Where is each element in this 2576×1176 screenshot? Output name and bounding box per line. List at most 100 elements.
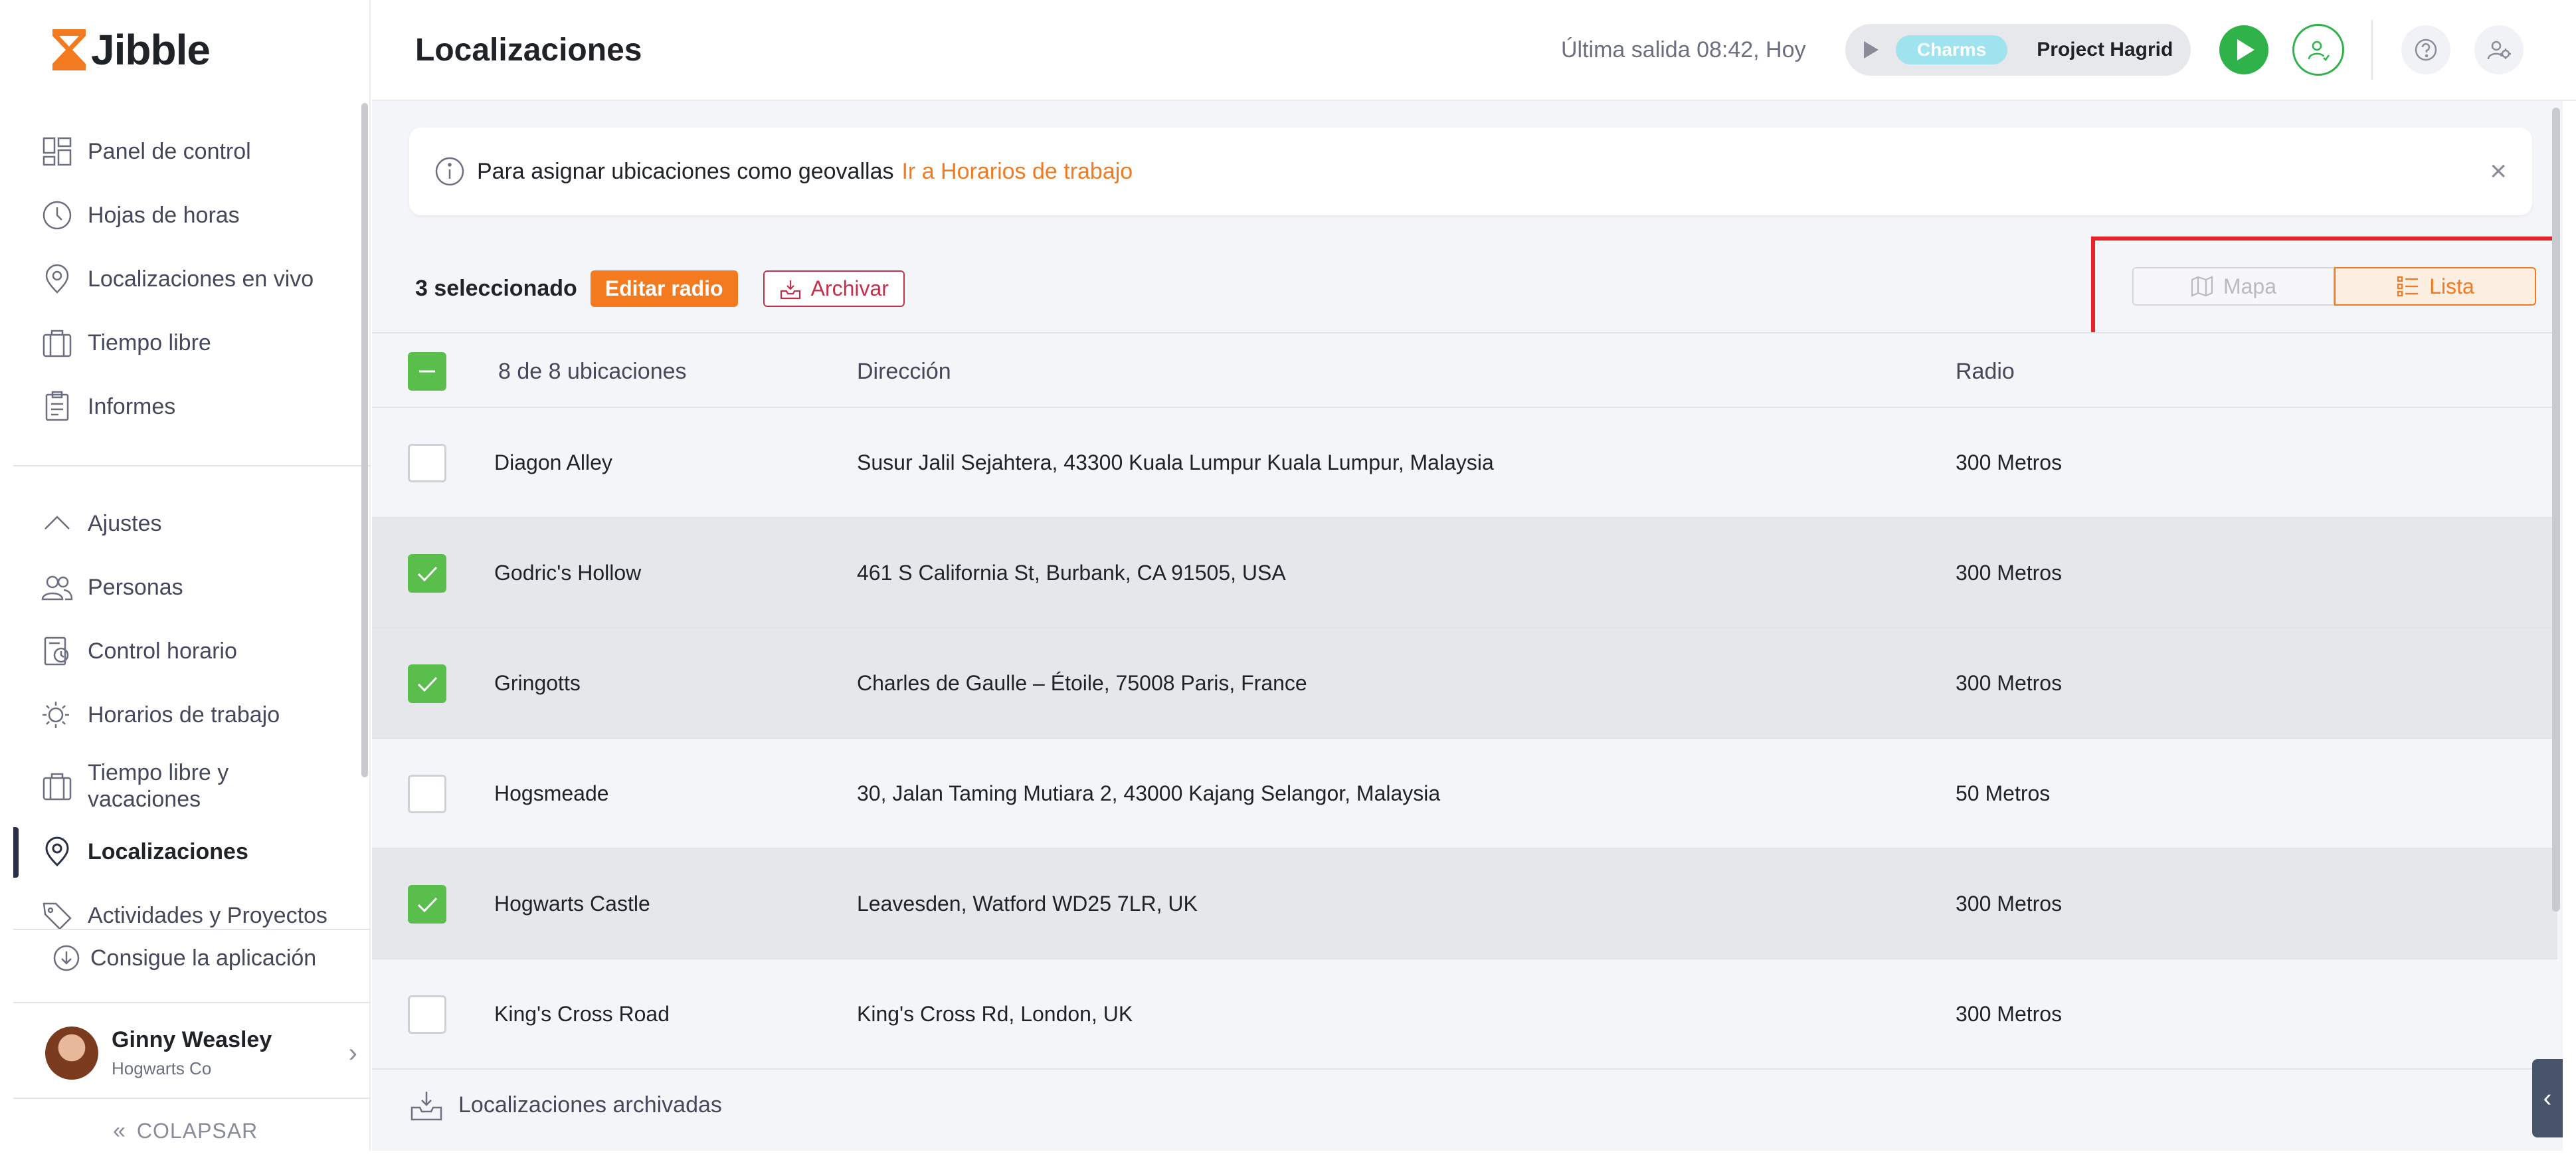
locations-table: 8 de 8 ubicaciones Dirección Radio Diago…: [372, 332, 2557, 1070]
topbar: Localizaciones Última salida 08:42, Hoy …: [372, 0, 2576, 101]
minus-icon: [419, 370, 435, 373]
row-checkbox[interactable]: [408, 444, 446, 482]
sidebar-item-label: Personas: [88, 574, 183, 600]
chevron-up-icon: [45, 516, 70, 530]
clock-in-button[interactable]: [2219, 25, 2268, 74]
timer-pill[interactable]: Charms Project Hagrid: [1845, 24, 2191, 76]
play-icon: [2237, 39, 2254, 60]
clock-icon: [43, 201, 72, 230]
brand-name: Jibble: [91, 26, 211, 74]
location-address: Leavesden, Watford WD25 7LR, UK: [857, 892, 1198, 916]
list-view-button[interactable]: Lista: [2334, 267, 2536, 306]
location-name: Diagon Alley: [494, 450, 612, 474]
play-small-icon: [1864, 41, 1879, 58]
map-icon: [2191, 276, 2213, 297]
table-row[interactable]: Diagon Alley Susur Jalil Sejahtera, 4330…: [372, 408, 2557, 518]
sidebar-item-dashboard[interactable]: Panel de control: [40, 132, 251, 171]
map-view-button[interactable]: Mapa: [2132, 267, 2334, 306]
collapse-button[interactable]: « COLAPSAR: [113, 1118, 258, 1144]
time-tracking-icon: [44, 637, 69, 666]
page-title: Localizaciones: [415, 33, 642, 68]
sidebar-item-locations[interactable]: Localizaciones: [40, 832, 248, 872]
sidebar: Jibble Panel de control Hojas de horas L…: [13, 0, 371, 1151]
double-chevron-left-icon: «: [113, 1118, 126, 1143]
row-checkbox[interactable]: [408, 995, 446, 1034]
banner-text: Para asignar ubicaciones como geovallas: [477, 158, 894, 184]
sidebar-scrollbar[interactable]: [361, 103, 368, 777]
main-scrollbar[interactable]: [2552, 108, 2560, 912]
table-row[interactable]: Gringotts Charles de Gaulle – Étoile, 75…: [372, 629, 2557, 739]
sidebar-settings-label: Ajustes: [88, 510, 162, 536]
sidebar-divider: [13, 465, 371, 466]
row-checkbox[interactable]: [408, 554, 446, 593]
get-app-label: Consigue la aplicación: [90, 945, 317, 971]
archive-label: Archivar: [810, 276, 889, 300]
user-org: Hogwarts Co: [112, 1058, 212, 1078]
location-radius: 300 Metros: [1956, 671, 2063, 695]
archive-icon: [411, 1092, 442, 1121]
sidebar-item-time-tracking[interactable]: Control horario: [40, 631, 237, 671]
location-address: King's Cross Rd, London, UK: [857, 1002, 1133, 1026]
table-row[interactable]: Hogsmeade 30, Jalan Taming Mutiara 2, 43…: [372, 739, 2557, 849]
jibble-logo-icon: [52, 29, 86, 70]
sidebar-item-time-off-holidays[interactable]: Tiempo libre y vacaciones: [40, 756, 287, 816]
org-settings-button[interactable]: [2474, 25, 2524, 74]
location-radius: 300 Metros: [1956, 1002, 2063, 1026]
sidebar-divider: [13, 1002, 371, 1003]
row-checkbox[interactable]: [408, 775, 446, 813]
table-row[interactable]: Godric's Hollow 461 S California St, Bur…: [372, 518, 2557, 629]
row-checkbox[interactable]: [408, 885, 446, 924]
location-address: Susur Jalil Sejahtera, 43300 Kuala Lumpu…: [857, 450, 1494, 474]
selection-toolbar: 3 seleccionado Editar radio Archivar: [415, 270, 905, 307]
column-header-name: 8 de 8 ubicaciones: [498, 359, 687, 384]
row-checkbox[interactable]: [408, 664, 446, 703]
sidebar-item-time-off[interactable]: Tiempo libre: [40, 323, 211, 363]
sidebar-item-live-locations[interactable]: Localizaciones en vivo: [40, 259, 314, 299]
person-clock-button[interactable]: [2292, 24, 2344, 76]
sidebar-item-label: Tiempo libre: [88, 330, 211, 355]
map-view-label: Mapa: [2223, 274, 2277, 298]
table-row[interactable]: Hogwarts Castle Leavesden, Watford WD25 …: [372, 849, 2557, 959]
map-pin-icon: [45, 836, 69, 867]
select-all-checkbox[interactable]: [408, 352, 446, 391]
sidebar-item-reports[interactable]: Informes: [40, 387, 175, 427]
help-button[interactable]: [2401, 25, 2450, 74]
location-address: 30, Jalan Taming Mutiara 2, 43000 Kajang…: [857, 781, 1441, 805]
active-indicator: [13, 827, 19, 878]
location-radius: 50 Metros: [1956, 781, 2051, 805]
user-name: Ginny Weasley: [112, 1027, 272, 1052]
table-row[interactable]: King's Cross Road King's Cross Rd, Londo…: [372, 959, 2557, 1070]
sidebar-item-label: Informes: [88, 393, 176, 419]
people-icon: [41, 575, 73, 601]
check-icon: [417, 897, 438, 913]
location-radius: 300 Metros: [1956, 561, 2063, 585]
sidebar-item-label: Hojas de horas: [88, 202, 240, 228]
chevron-right-icon: ›: [348, 1038, 357, 1068]
location-name: King's Cross Road: [494, 1002, 670, 1026]
location-radius: 300 Metros: [1956, 892, 2063, 916]
main-content: Para asignar ubicaciones como geovallas …: [372, 101, 2563, 1151]
collapse-label: COLAPSAR: [136, 1119, 258, 1143]
archived-label: Localizaciones archivadas: [458, 1092, 722, 1118]
close-icon[interactable]: ×: [2490, 157, 2507, 186]
jibble-logo[interactable]: Jibble: [50, 25, 211, 74]
check-icon: [417, 676, 438, 692]
activity-tag: Charms: [1896, 35, 2008, 64]
archived-locations-link[interactable]: Localizaciones archivadas: [409, 1088, 722, 1122]
collapse-panel-tab[interactable]: ‹: [2532, 1059, 2563, 1137]
edit-radius-button[interactable]: Editar radio: [590, 270, 738, 307]
get-app-link[interactable]: Consigue la aplicación: [52, 943, 316, 973]
work-schedules-link[interactable]: Ir a Horarios de trabajo: [901, 159, 1133, 185]
user-profile[interactable]: Ginny Weasley Hogwarts Co ›: [45, 1027, 357, 1080]
dashboard-icon: [43, 137, 72, 166]
sidebar-divider: [13, 1098, 371, 1099]
sidebar-item-label: Horarios de trabajo: [88, 702, 280, 728]
location-name: Hogsmeade: [494, 781, 609, 805]
sidebar-item-people[interactable]: Personas: [40, 567, 183, 607]
suitcase-icon: [43, 773, 72, 801]
sidebar-settings-toggle[interactable]: Ajustes: [40, 504, 162, 543]
sidebar-item-timesheets[interactable]: Hojas de horas: [40, 195, 240, 235]
archive-button[interactable]: Archivar: [763, 270, 905, 307]
sidebar-item-label: Localizaciones: [88, 838, 248, 864]
sidebar-item-work-schedules[interactable]: Horarios de trabajo: [40, 695, 280, 735]
